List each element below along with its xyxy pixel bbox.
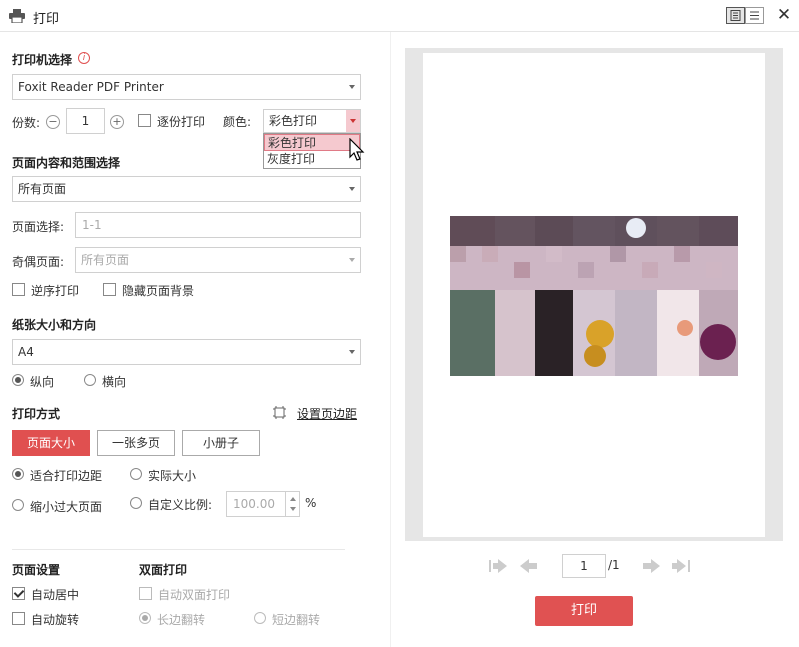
range-select[interactable]: 所有页面 <box>12 176 361 202</box>
list-view-button[interactable] <box>745 7 764 24</box>
printer-icon <box>9 9 25 23</box>
auto-duplex-label: 自动双面打印 <box>158 588 231 602</box>
color-dropdown-list: 彩色打印 灰度打印 <box>263 133 361 169</box>
short-edge-label: 短边翻转 <box>272 613 321 627</box>
chevron-down-icon <box>349 187 355 191</box>
custom-scale-label: 自定义比例: <box>148 498 213 512</box>
first-page-icon[interactable] <box>487 557 509 575</box>
percent-sign: % <box>305 496 317 510</box>
next-page-icon[interactable] <box>640 557 662 575</box>
preview-photo <box>450 216 738 376</box>
last-page-icon[interactable] <box>670 557 692 575</box>
print-button[interactable]: 打印 <box>535 596 633 626</box>
section-divider <box>12 549 345 550</box>
scale-value: 100.00 <box>233 497 275 511</box>
page-number-input[interactable]: 1 <box>562 554 606 578</box>
list-view-icon <box>750 11 759 20</box>
color-select-value: 彩色打印 <box>269 114 318 128</box>
collate-checkbox[interactable] <box>138 114 151 127</box>
increase-copies-button[interactable]: + <box>110 115 124 129</box>
auto-rotate-label: 自动旋转 <box>31 613 80 627</box>
previous-page-icon[interactable] <box>518 557 540 575</box>
page-select-label: 页面选择: <box>12 220 65 234</box>
chevron-down-icon[interactable] <box>290 507 296 511</box>
auto-center-label: 自动居中 <box>31 588 80 602</box>
auto-center-checkbox[interactable] <box>12 587 25 600</box>
chevron-down-icon <box>350 119 356 123</box>
collate-label: 逐份打印 <box>157 115 206 129</box>
color-option-grayscale[interactable]: 灰度打印 <box>264 151 360 168</box>
actual-size-label: 实际大小 <box>148 469 197 483</box>
mode-section-title: 打印方式 <box>12 407 61 421</box>
printer-section-title: 打印机选择 <box>12 53 73 67</box>
copies-input[interactable]: 1 <box>66 108 105 134</box>
portrait-label: 纵向 <box>30 375 55 389</box>
printer-select-value: Foxit Reader PDF Printer <box>18 80 164 94</box>
paper-size-select[interactable]: A4 <box>12 339 361 365</box>
fit-margin-label: 适合打印边距 <box>30 469 103 483</box>
single-page-view-button[interactable] <box>726 7 745 24</box>
reverse-print-label: 逆序打印 <box>31 284 80 298</box>
hide-background-label: 隐藏页面背景 <box>122 284 195 298</box>
range-select-value: 所有页面 <box>18 182 67 196</box>
chevron-down-icon <box>349 85 355 89</box>
scale-input[interactable]: 100.00 <box>226 491 300 517</box>
scale-spinner[interactable] <box>285 491 299 517</box>
set-margins-link[interactable]: 设置页边距 <box>297 405 357 422</box>
decrease-copies-button[interactable]: − <box>46 115 60 129</box>
color-label: 颜色: <box>223 115 252 129</box>
odd-even-select[interactable]: 所有页面 <box>75 247 361 273</box>
actual-size-radio[interactable] <box>130 468 142 480</box>
color-select[interactable]: 彩色打印 <box>263 109 361 133</box>
odd-even-label: 奇偶页面: <box>12 255 65 269</box>
info-icon[interactable]: i <box>78 52 90 64</box>
long-edge-label: 长边翻转 <box>157 613 206 627</box>
portrait-radio[interactable] <box>12 374 24 386</box>
panel-divider <box>390 32 391 647</box>
reverse-print-checkbox[interactable] <box>12 283 25 296</box>
mouse-cursor-icon <box>349 138 365 161</box>
copies-label: 份数: <box>12 116 41 130</box>
odd-even-value: 所有页面 <box>81 253 130 267</box>
window-title: 打印 <box>33 12 60 27</box>
paper-size-value: A4 <box>18 345 34 359</box>
shrink-oversized-radio[interactable] <box>12 499 24 511</box>
page-size-mode-button[interactable]: 页面大小 <box>12 430 90 456</box>
page-total: /1 <box>608 558 620 572</box>
chevron-down-icon <box>349 350 355 354</box>
duplex-section-title: 双面打印 <box>139 563 188 577</box>
paper-section-title: 纸张大小和方向 <box>12 318 97 332</box>
landscape-radio[interactable] <box>84 374 96 386</box>
auto-rotate-checkbox[interactable] <box>12 612 25 625</box>
landscape-label: 横向 <box>102 375 127 389</box>
chevron-down-icon <box>349 258 355 262</box>
booklet-mode-button[interactable]: 小册子 <box>182 430 260 456</box>
hide-background-checkbox[interactable] <box>103 283 116 296</box>
fit-margin-radio[interactable] <box>12 468 24 480</box>
printer-select[interactable]: Foxit Reader PDF Printer <box>12 74 361 100</box>
range-section-title: 页面内容和范围选择 <box>12 156 121 170</box>
close-button[interactable]: ✕ <box>775 6 793 24</box>
chevron-up-icon[interactable] <box>290 497 296 501</box>
page-view-icon <box>730 10 741 21</box>
margin-icon <box>273 406 286 419</box>
color-option-color[interactable]: 彩色打印 <box>264 134 360 151</box>
auto-duplex-checkbox[interactable] <box>139 587 152 600</box>
shrink-oversized-label: 缩小过大页面 <box>30 500 103 514</box>
title-bar <box>0 0 799 32</box>
custom-scale-radio[interactable] <box>130 497 142 509</box>
page-settings-title: 页面设置 <box>12 563 61 577</box>
page-select-input[interactable]: 1-1 <box>75 212 361 238</box>
long-edge-radio[interactable] <box>139 612 151 624</box>
multiple-pages-mode-button[interactable]: 一张多页 <box>97 430 175 456</box>
short-edge-radio[interactable] <box>254 612 266 624</box>
